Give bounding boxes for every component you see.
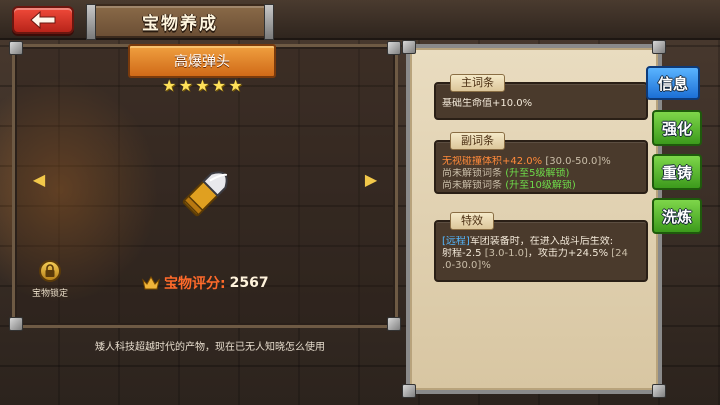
score-label: 宝物评分: xyxy=(164,276,226,292)
tab-reforge[interactable]: 重铸 xyxy=(652,154,702,190)
sub-stat-range: [30.0-50.0]% xyxy=(545,156,611,167)
star-rating: ★ ★ ★ ★ ★ xyxy=(162,78,244,96)
section-tag: 主词条 xyxy=(450,74,505,92)
special-effect-section: 特效 [远程]军团装备时，在进入战斗后生效: 射程-2.5 [3.0-1.0]，… xyxy=(434,212,648,282)
section-tag: 特效 xyxy=(450,212,494,230)
star-icon: ★ xyxy=(195,76,210,95)
main-stat-line: 基础生命值+10.0% xyxy=(442,98,533,109)
effect-text: 军团装备时，在进入战斗后生效: xyxy=(469,236,614,247)
section-body: [远程]军团装备时，在进入战斗后生效: 射程-2.5 [3.0-1.0]，攻击力… xyxy=(436,222,646,278)
section-body: 无视碰撞体积+42.0% [30.0-50.0]% 尚未解锁词条 (升至5级解锁… xyxy=(436,142,646,198)
section-tag: 副词条 xyxy=(450,132,505,150)
star-icon: ★ xyxy=(228,76,243,95)
tab-refine[interactable]: 洗炼 xyxy=(652,198,702,234)
tab-enhance[interactable]: 强化 xyxy=(652,110,702,146)
crown-icon xyxy=(142,276,160,290)
back-arrow-icon xyxy=(30,11,56,29)
star-icon: ★ xyxy=(162,76,177,95)
unlock-hint: (升至5级解锁) xyxy=(505,168,570,179)
back-button[interactable] xyxy=(12,6,74,34)
unlock-hint: (升至10级解锁) xyxy=(505,180,576,191)
top-bar: 宝物养成 xyxy=(0,0,720,40)
effect-range: [3.0-1.0] xyxy=(484,248,528,259)
stats-panel: 主词条 基础生命值+10.0% 副词条 无视碰撞体积+42.0% [30.0-5… xyxy=(402,40,666,398)
lock-label: 宝物锁定 xyxy=(31,289,68,299)
score-value: 2567 xyxy=(229,275,269,291)
star-icon: ★ xyxy=(211,76,227,95)
effect-line: [远程]军团装备时，在进入战斗后生效: xyxy=(442,236,640,248)
panel-corner xyxy=(387,41,401,55)
item-name: 高爆弹头 xyxy=(174,54,230,70)
title-rivet-left xyxy=(86,4,96,40)
effect-text: 射程-2.5 xyxy=(442,248,482,259)
panel-corner xyxy=(9,41,23,55)
tab-info[interactable]: 信息 xyxy=(646,66,700,100)
item-lock-button[interactable]: 宝物锁定 xyxy=(30,260,70,306)
sub-stat-value: 无视碰撞体积+42.0% xyxy=(442,156,543,167)
item-name-banner: 高爆弹头 xyxy=(128,44,276,78)
page-title: 宝物养成 xyxy=(142,13,218,34)
panel-corner xyxy=(652,384,666,398)
panel-corner xyxy=(402,40,416,54)
next-item-arrow[interactable]: ▶ xyxy=(364,170,378,190)
effect-line: 射程-2.5 [3.0-1.0]，攻击力+24.5% [24 xyxy=(442,248,640,260)
effect-tag: [远程] xyxy=(442,236,470,247)
main-stat-section: 主词条 基础生命值+10.0% xyxy=(434,74,648,120)
locked-stat-line: 尚未解锁词条 (升至10级解锁) xyxy=(442,180,640,192)
panel-corner xyxy=(387,317,401,331)
effect-line: .0-30.0]% xyxy=(442,260,491,271)
lock-icon xyxy=(39,260,61,282)
effect-text: ，攻击力+24.5% xyxy=(527,248,609,259)
panel-corner xyxy=(652,40,666,54)
locked-stat-line: 尚未解锁词条 (升至5级解锁) xyxy=(442,168,640,180)
sub-stat-line: 无视碰撞体积+42.0% [30.0-50.0]% xyxy=(442,156,640,168)
effect-range: [24 xyxy=(611,248,628,259)
title-rivet-right xyxy=(264,4,274,40)
locked-stat-text: 尚未解锁词条 xyxy=(442,180,502,191)
sub-stat-section: 副词条 无视碰撞体积+42.0% [30.0-50.0]% 尚未解锁词条 (升至… xyxy=(434,132,648,194)
item-score: 宝物评分: 2567 xyxy=(142,274,269,292)
star-icon: ★ xyxy=(178,76,193,95)
title-plate: 宝物养成 xyxy=(86,4,274,40)
panel-corner xyxy=(402,384,416,398)
panel-corner xyxy=(9,317,23,331)
prev-item-arrow[interactable]: ◀ xyxy=(32,170,46,190)
bullet-icon xyxy=(182,171,228,217)
item-description: 矮人科技超越时代的产物，现在已无人知晓怎么使用 xyxy=(95,342,325,353)
locked-stat-text: 尚未解锁词条 xyxy=(442,168,502,179)
